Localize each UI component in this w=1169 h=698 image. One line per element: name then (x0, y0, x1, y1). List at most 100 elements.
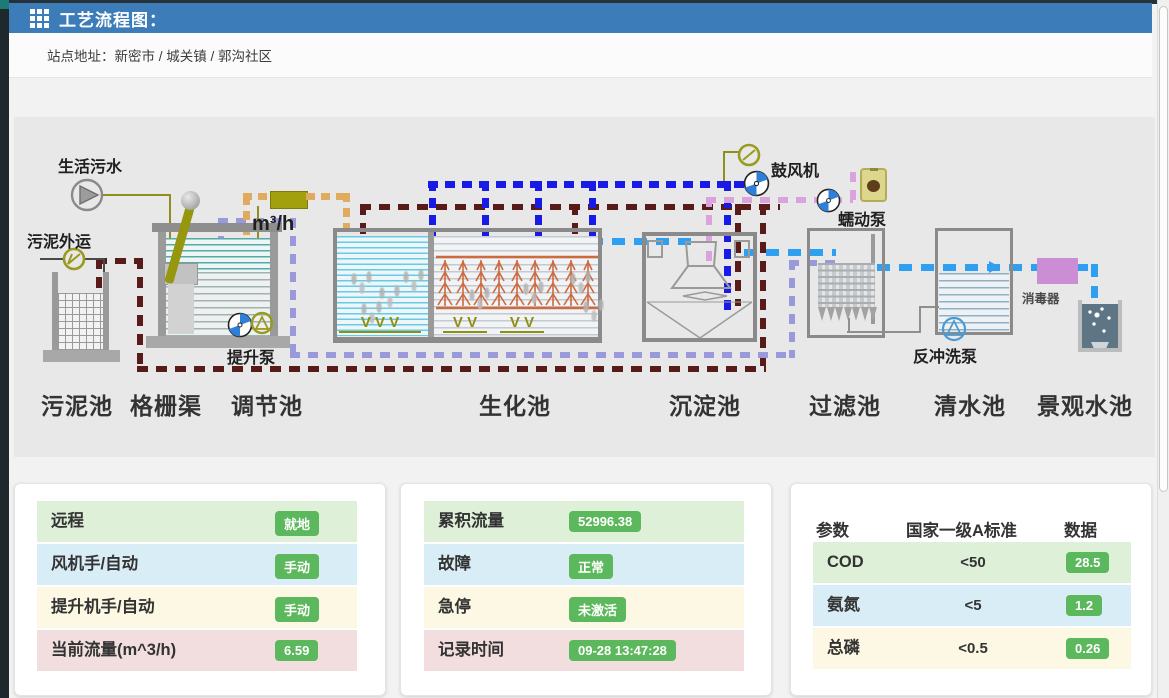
blower-fan-icon (743, 170, 770, 197)
row-label: 记录时间 (438, 630, 504, 671)
status-badge: 手动 (275, 597, 319, 622)
pipe-sludge-return-riser (137, 258, 143, 368)
inflow-label: 生活污水 (58, 153, 122, 177)
row-label: 远程 (51, 501, 84, 542)
sludge-tank-base (43, 350, 120, 362)
sludge-tank-mesh (58, 293, 103, 351)
screen-pedestal (168, 284, 194, 334)
tank-label-landscape: 景观水池 (1015, 387, 1155, 421)
pond-water (1082, 304, 1118, 348)
inflow-pump-icon (70, 178, 104, 212)
data-badge: 1.2 (1066, 595, 1102, 616)
pipe-sludge-top-header (360, 204, 780, 210)
status-badge: 09-28 13:47:28 (569, 640, 676, 661)
sidebar-edge (0, 0, 9, 698)
process-flow-diagram: V V V V V V V (14, 117, 1155, 457)
status-badge: 52996.38 (569, 511, 641, 532)
pond-fountain-base (1091, 342, 1109, 348)
pipe-backwash-bottom (290, 352, 795, 358)
bubbles (400, 265, 426, 299)
line-sludge-haul-1 (40, 258, 63, 260)
app-window: 工艺流程图： 站点地址：新密市 / 城关镇 / 郭沟社区 (0, 0, 1169, 698)
sludge-out-label: 污泥外运 (27, 228, 91, 252)
breadcrumb: 站点地址：新密市 / 城关镇 / 郭沟社区 (47, 45, 272, 65)
row-label: 风机手/自动 (51, 544, 138, 585)
lift-pump-valve-icon (250, 311, 274, 335)
table-row: 氨氮 <5 1.2 (813, 585, 1131, 628)
row-label: 当前流量(m^3/h) (51, 630, 176, 671)
pipe-sludge-downcomer (760, 204, 766, 366)
standard-value: <0.5 (913, 628, 1033, 669)
backwash-pipe-1 (847, 331, 921, 333)
quality-card: 参数 国家一级A标准 数据 COD <50 28.5 氨氮 <5 1.2 总磷 … (790, 483, 1152, 696)
status-badge: 正常 (569, 554, 613, 579)
sidebar-logo-corner (0, 0, 9, 9)
status-badge: 未激活 (569, 597, 626, 622)
row-label: 急停 (438, 587, 471, 628)
breadcrumb-bar: 站点地址：新密市 / 城关镇 / 郭沟社区 (9, 33, 1152, 78)
line-sludge-haul-2 (85, 258, 105, 260)
column-header-param: 参数 (816, 517, 849, 541)
backwash-pipe-2 (919, 306, 921, 333)
screen-drive-ball (181, 191, 200, 210)
pipe-feed-right (306, 193, 346, 200)
table-row: 故障 正常 (424, 544, 744, 587)
flow-meter (270, 191, 308, 209)
settler-internals (642, 232, 757, 342)
param-name: 氨氮 (827, 585, 860, 626)
table-row: 记录时间 09-28 13:47:28 (424, 630, 744, 673)
table-row: 风机手/自动 手动 (37, 544, 357, 587)
table-row: 提升机手/自动 手动 (37, 587, 357, 630)
disinfector-box (1037, 258, 1078, 284)
bubbles (580, 295, 606, 329)
tank-label-clean: 清水池 (915, 387, 1025, 421)
row-label: 提升机手/自动 (51, 587, 155, 628)
tank-label-eq: 调节池 (212, 387, 322, 421)
table-row: 远程 就地 (37, 501, 357, 544)
status-badge: 6.59 (275, 640, 318, 661)
line-inflow-v (169, 194, 171, 243)
eq-tank-wall-left (158, 232, 166, 338)
table-row: COD <50 28.5 (813, 542, 1131, 585)
pond-wall-right (1118, 300, 1122, 352)
sludge-tank-wall-right (103, 272, 109, 353)
table-row: 当前流量(m^3/h) 6.59 (37, 630, 357, 673)
standard-value: <50 (913, 542, 1033, 583)
bubbles (348, 267, 374, 301)
row-label: 故障 (438, 544, 471, 585)
table-row: 急停 未激活 (424, 587, 744, 630)
tank-label-filter: 过滤池 (790, 387, 900, 421)
diffusers-ch2a: V V (443, 315, 487, 333)
backwash-pump-icon (941, 316, 967, 342)
control-card: 远程 就地 风机手/自动 手动 提升机手/自动 手动 当前流量(m^3/h) 6… (14, 483, 386, 696)
standard-value: <5 (913, 585, 1033, 626)
diffusers-ch1: V V V (339, 315, 421, 333)
line-inflow-h (103, 194, 171, 196)
bubbles (520, 277, 546, 311)
diffusers-ch2b: V V (500, 315, 544, 333)
pipe-feed-left (243, 193, 273, 200)
param-name: COD (827, 542, 864, 583)
data-badge: 0.26 (1066, 638, 1109, 659)
data-badge: 28.5 (1066, 552, 1109, 573)
chemical-tote (860, 168, 887, 202)
table-row: 总磷 <0.5 0.26 (813, 628, 1131, 671)
line-blower-valve-v (723, 151, 725, 181)
tank-label-settler: 沉淀池 (650, 387, 760, 421)
blower-label: 鼓风机 (771, 157, 819, 181)
pond-bottom (1078, 348, 1122, 352)
blower-valve-icon (737, 143, 761, 167)
bubbles (466, 283, 492, 317)
grid-icon (30, 9, 52, 28)
pipe-backwash-filter-down (789, 260, 795, 358)
tank-label-bio: 生化池 (460, 387, 570, 421)
scrollbar-thumb[interactable] (1159, 6, 1168, 492)
row-label: 累积流量 (438, 501, 504, 542)
page-header: 工艺流程图： (9, 3, 1152, 33)
dosing-pump-label: 蠕动泵 (838, 206, 886, 230)
tank-label-screen: 格栅渠 (111, 387, 221, 421)
filter-media (818, 263, 875, 308)
status-card: 累积流量 52996.38 故障 正常 急停 未激活 记录时间 09-28 13… (400, 483, 772, 696)
pipe-dosing-from-tote (850, 172, 856, 200)
backwash-pump-label: 反冲洗泵 (913, 343, 977, 367)
